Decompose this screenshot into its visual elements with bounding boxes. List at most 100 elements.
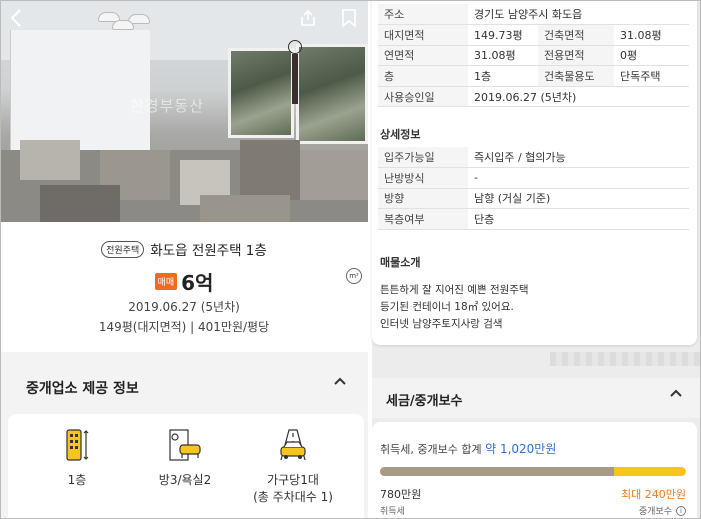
feature-floor: 1층 [32, 426, 122, 489]
share-button[interactable] [296, 6, 320, 30]
description-line: 등기된 컨테이너 18㎡ 있어요. [380, 301, 514, 313]
broker-fee-label-row: 중개보수 i [639, 504, 686, 517]
blurred-object [200, 195, 290, 222]
broker-fee-max-value: 최대 240만원 [621, 488, 686, 501]
tax-total-value: 1,020만원 [499, 442, 557, 456]
table-row: 방향 남향 (거실 기준) [378, 188, 689, 210]
row-key: 주소 [378, 4, 468, 26]
tax-card: 취득세, 중개보수 합계 약 1,020만원 780만원 최대 240만원 취득… [372, 422, 697, 519]
broker-info-section: 중개업소 제공 정보 1층 방3/욕실2 가구당1대 (총 주차대수 1) [0, 352, 368, 519]
broker-feature-card: 1층 방3/욕실2 가구당1대 (총 주차대수 1) [8, 414, 364, 519]
building-floor-icon [57, 426, 97, 464]
table-row: 층 1층 건축물용도 단독주택 [378, 65, 689, 87]
photo-watermark: 한경부동산 [130, 97, 205, 115]
title-row: 전원주택 화도읍 전원주택 1층 [0, 239, 368, 259]
unit-toggle-button[interactable]: m² [346, 268, 362, 284]
feature-rooms: 방3/욕실2 [140, 426, 230, 489]
broker-section-title: 중개업소 제공 정보 [26, 381, 139, 397]
detail-info-table: 입주가능일 즉시입주 / 협의가능 난방방식 - 방향 남향 (거실 기준) 복… [378, 147, 689, 230]
price-row: 매매 6억 [0, 267, 368, 296]
row-key: 난방방식 [378, 167, 468, 189]
land-area: 149평(대지면적) [98, 320, 187, 334]
bookmark-button[interactable] [337, 6, 361, 30]
parking-total: (총 주차대수 1) [253, 490, 333, 504]
property-type-badge: 전원주택 [101, 240, 145, 258]
back-button[interactable] [4, 6, 28, 30]
listing-panel: 한경부동산 전원주택 화도읍 전원주택 1층 매매 6억 m² 2019.06.… [0, 0, 368, 519]
detail-section-title: 상세정보 [380, 128, 421, 141]
row-value: 149.73평 [468, 24, 538, 46]
approval-date: 2019.06.27 (5년차) [128, 300, 240, 314]
tax-summary-label: 취득세, 중개보수 합계 [380, 443, 482, 456]
dreamcatcher-feathers [292, 54, 298, 104]
broker-fee-label: 중개보수 [638, 507, 672, 517]
table-row: 난방방식 - [378, 167, 689, 189]
tax-summary: 취득세, 중개보수 합계 약 1,020만원 [380, 440, 556, 457]
row-key: 방향 [378, 188, 468, 210]
row-value: 31.08평 [468, 45, 538, 67]
tax-section-header[interactable]: 세금/중개보수 [372, 378, 701, 418]
row-key: 건축물용도 [538, 65, 614, 87]
listing-title: 화도읍 전원주택 1층 [150, 243, 267, 259]
dreamcatcher [288, 40, 302, 54]
row-key: 전용면적 [538, 45, 614, 67]
description-line: 튼튼하게 잘 지어진 예쁜 전원주택 [380, 284, 529, 296]
row-value: 1층 [468, 65, 538, 87]
tax-ratio-bar [380, 467, 686, 476]
window-right [296, 44, 368, 144]
row-key: 사용승인일 [378, 86, 468, 108]
acquisition-tax-fill [380, 467, 615, 476]
deal-type-badge: 매매 [154, 273, 178, 290]
listing-description: 튼튼하게 잘 지어진 예쁜 전원주택 등기된 컨테이너 18㎡ 있어요. 인터넷… [380, 282, 529, 333]
detail-card: 주소 경기도 남양주시 화도읍 대지면적 149.73평 건축면적 31.08평… [372, 0, 697, 345]
ceiling-lamp [112, 20, 134, 30]
row-value: 단층 [468, 208, 689, 230]
tax-total-prefix: 약 [485, 442, 497, 456]
table-row: 대지면적 149.73평 건축면적 31.08평 [378, 24, 689, 46]
row-key: 입주가능일 [378, 147, 468, 169]
description-line: 인터넷 남양주토지사랑 검색 [380, 318, 503, 330]
acquisition-tax-value: 780만원 [380, 488, 422, 501]
table-row: 사용승인일 2019.06.27 (5년차) [378, 86, 689, 108]
detail-panel: 주소 경기도 남양주시 화도읍 대지면적 149.73평 건축면적 31.08평… [372, 0, 701, 519]
wardrobe [10, 30, 150, 150]
feature-rooms-label: 방3/욕실2 [158, 473, 212, 487]
feature-floor-label: 1층 [67, 473, 87, 487]
feature-parking: 가구당1대 (총 주차대수 1) [248, 426, 338, 506]
blurred-object [40, 185, 120, 222]
row-key: 연면적 [378, 45, 468, 67]
chevron-up-icon[interactable] [333, 376, 347, 386]
bookmark-icon [342, 9, 356, 28]
tax-section-title: 세금/중개보수 [386, 394, 463, 409]
table-row: 연면적 31.08평 전용면적 0평 [378, 45, 689, 67]
row-key: 층 [378, 65, 468, 87]
table-row: 주소 경기도 남양주시 화도읍 [378, 4, 689, 26]
chevron-up-icon[interactable] [669, 388, 683, 398]
row-value: 2019.06.27 (5년차) [468, 86, 689, 108]
row-value: 경기도 남양주시 화도읍 [468, 4, 689, 26]
listing-photo[interactable]: 한경부동산 [0, 0, 368, 222]
wardrobe-edge [10, 30, 11, 150]
acquisition-tax-label: 취득세 [380, 507, 405, 517]
row-value: 즉시입주 / 협의가능 [468, 147, 689, 169]
broker-section-header[interactable]: 중개업소 제공 정보 [0, 352, 368, 412]
row-value: 0평 [614, 45, 689, 67]
separator: | [190, 320, 195, 334]
basic-info-table: 주소 경기도 남양주시 화도읍 대지면적 149.73평 건축면적 31.08평… [378, 4, 689, 108]
blurred-banner [550, 352, 700, 366]
info-icon[interactable]: i [676, 505, 686, 516]
parking-per-household: 가구당1대 [267, 473, 319, 487]
row-value: 단독주택 [614, 65, 689, 87]
row-value: - [468, 167, 689, 189]
listing-price: 6억 [181, 271, 214, 295]
rooms-icon [165, 426, 205, 464]
blurred-object [300, 150, 368, 200]
row-key: 건축면적 [538, 24, 614, 46]
row-value: 31.08평 [614, 24, 689, 46]
table-row: 복층여부 단층 [378, 208, 689, 230]
row-key: 대지면적 [378, 24, 468, 46]
row-key: 복층여부 [378, 208, 468, 230]
intro-section-title: 매물소개 [380, 256, 421, 269]
area-price-row: 149평(대지면적) | 401만원/평당 [0, 318, 368, 335]
chevron-left-icon [10, 9, 21, 27]
